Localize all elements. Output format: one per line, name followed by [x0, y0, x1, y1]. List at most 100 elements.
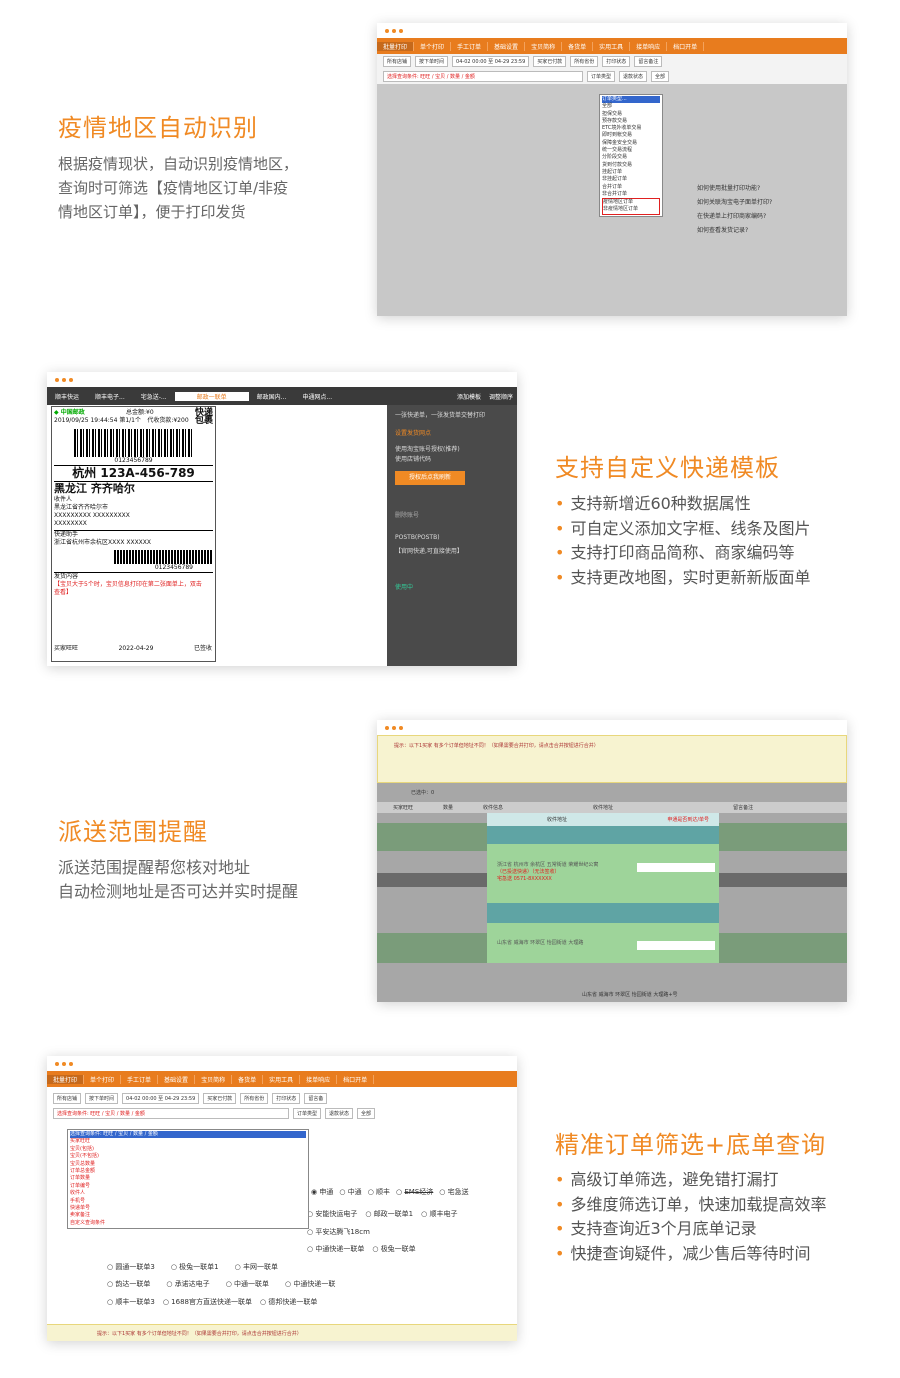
refund-select[interactable]: 退款状态 — [325, 1108, 354, 1119]
shop-select[interactable]: 所有店铺 — [383, 56, 412, 67]
dropdown-option[interactable]: 全部 — [602, 103, 660, 110]
alternate-print-checkbox[interactable]: 一张快递单，一张发货单交替打印 — [395, 411, 509, 421]
dropdown-option[interactable]: 分阶段交易 — [602, 154, 660, 161]
dropdown-option[interactable]: 宝贝(包括) — [70, 1146, 306, 1153]
tab-tools[interactable]: 实用工具 — [593, 41, 631, 51]
dropdown-option[interactable]: 非挂起订单 — [602, 176, 660, 183]
pay-status-select[interactable]: 买家已付款 — [533, 56, 567, 67]
auth-radio-shopcode[interactable]: 使用店铺代码 — [395, 455, 509, 465]
courier-radio[interactable]: ○ EMS经济 — [396, 1187, 433, 1197]
tracking-input[interactable] — [637, 941, 715, 950]
dropdown-option[interactable]: 快递单号 — [70, 1205, 306, 1212]
shop-select[interactable]: 所有店铺 — [53, 1093, 82, 1104]
tab-template[interactable]: 顺丰快运 — [47, 392, 87, 401]
dropdown-option[interactable]: 收件人 — [70, 1190, 306, 1197]
print-status-select[interactable]: 打印状态 — [602, 56, 631, 67]
courier-radio[interactable]: ○ 宅急送 — [439, 1187, 468, 1197]
tab-stock[interactable]: 备货单 — [232, 1074, 264, 1084]
courier-radio[interactable]: ○ 中通 — [339, 1187, 361, 1197]
tab-item-alias[interactable]: 宝贝简称 — [525, 41, 563, 51]
province-select[interactable]: 所有省份 — [240, 1093, 269, 1104]
tab-basic-settings[interactable]: 基础设置 — [158, 1074, 196, 1084]
tab-tools[interactable]: 实用工具 — [263, 1074, 301, 1084]
memo-select[interactable]: 留言备注 — [634, 56, 663, 67]
dropdown-option[interactable]: 即时到帐交易 — [602, 132, 660, 139]
tab-response[interactable]: 接单响应 — [630, 41, 668, 51]
template-radio[interactable]: ○ 圆通一联单3 — [107, 1259, 155, 1277]
template-radio[interactable]: ○ 安能快运电子 — [307, 1206, 357, 1224]
query-condition-select[interactable]: 选择查询条件: 旺旺 / 宝贝 / 数量 / 金额 — [53, 1108, 289, 1119]
template-radio[interactable]: ○ 极兔一联单1 — [171, 1259, 219, 1277]
time-type-select[interactable]: 按下单时间 — [85, 1093, 119, 1104]
pay-status-select[interactable]: 买家已付款 — [203, 1093, 237, 1104]
template-radio[interactable]: ○ 顺丰电子 — [421, 1206, 457, 1224]
tab-single-print[interactable]: 单个打印 — [414, 41, 452, 51]
date-range[interactable]: 04-02 00:00 至 04-29 23:59 — [452, 56, 530, 67]
tab-stock[interactable]: 备货单 — [562, 41, 594, 51]
help-link[interactable]: 如何查看发货记录? — [697, 224, 772, 238]
refresh-auth-button[interactable]: 授权后点我刷新 — [395, 471, 465, 485]
tab-template[interactable]: 邮政国内... — [249, 392, 295, 401]
dropdown-option[interactable]: 宝贝总数量 — [70, 1161, 306, 1168]
tab-template[interactable]: 顺丰电子... — [87, 392, 133, 401]
dropdown-option[interactable]: 合并订单 — [602, 184, 660, 191]
order-type-select[interactable]: 订单类型 — [293, 1108, 322, 1119]
order-type-select[interactable]: 订单类型 — [587, 71, 616, 82]
tracking-input[interactable] — [637, 863, 715, 872]
query-condition-select[interactable]: 选择查询条件: 旺旺 / 宝贝 / 数量 / 金额 — [383, 71, 583, 82]
tab-stall[interactable]: 档口开单 — [337, 1074, 375, 1084]
site-setting-link[interactable]: 设置发货网点 — [395, 429, 509, 439]
time-type-select[interactable]: 按下单时间 — [415, 56, 449, 67]
all-select[interactable]: 全部 — [357, 1108, 376, 1119]
dropdown-option[interactable]: 订单总金额 — [70, 1168, 306, 1175]
refund-select[interactable]: 退款状态 — [619, 71, 648, 82]
courier-radio[interactable]: ○ 顺丰 — [368, 1187, 390, 1197]
dropdown-option[interactable]: 保障金安全交易 — [602, 140, 660, 147]
tab-response[interactable]: 接单响应 — [300, 1074, 338, 1084]
template-radio[interactable]: ○ 承诺达电子 — [166, 1276, 209, 1294]
province-select[interactable]: 所有省份 — [570, 56, 599, 67]
template-radio[interactable]: ○ 中通快递一联单 — [307, 1241, 364, 1259]
template-radio[interactable]: ○ 韵达一联单 — [107, 1276, 150, 1294]
dropdown-option[interactable]: 担保交易 — [602, 111, 660, 118]
print-status-select[interactable]: 打印状态 — [272, 1093, 301, 1104]
help-link[interactable]: 在快递单上打印商家编码? — [697, 210, 772, 224]
tab-item-alias[interactable]: 宝贝简称 — [195, 1074, 233, 1084]
template-radio[interactable]: ○ 丰网一联单 — [235, 1259, 278, 1277]
tab-manual-order[interactable]: 手工订单 — [121, 1074, 159, 1084]
dropdown-option[interactable]: 非合并订单 — [602, 191, 660, 198]
auth-radio-taobao[interactable]: 使用淘宝账号授权(推荐) — [395, 445, 509, 455]
tab-basic-settings[interactable]: 基础设置 — [488, 41, 526, 51]
tab-template[interactable]: 申通网点... — [294, 392, 340, 401]
adjust-order-link[interactable]: 调整顺序 — [485, 392, 517, 401]
template-radio[interactable]: ○ 顺丰一联单3 — [107, 1294, 155, 1312]
tab-manual-order[interactable]: 手工订单 — [451, 41, 489, 51]
tab-template-active[interactable]: 邮政一联单 — [174, 391, 249, 401]
dropdown-option[interactable]: 手机号 — [70, 1198, 306, 1205]
template-radio[interactable]: ○ 邮政一联单1 — [365, 1206, 413, 1224]
tab-stall[interactable]: 档口开单 — [667, 41, 705, 51]
dropdown-option[interactable]: 买家旺旺 — [70, 1138, 306, 1145]
dropdown-option-non-epidemic[interactable]: 非疫情地区订单 — [603, 206, 659, 213]
dropdown-option[interactable]: 选择查询条件: 旺旺 / 宝贝 / 数量 / 金额 — [70, 1131, 306, 1139]
dropdown-option[interactable]: 宝贝(不包括) — [70, 1153, 306, 1160]
tab-template[interactable]: 宅急送-... — [133, 392, 175, 401]
help-link[interactable]: 如何使用批量打印功能? — [697, 182, 772, 196]
memo-select[interactable]: 留言备 — [304, 1093, 328, 1104]
tab-single-print[interactable]: 单个打印 — [84, 1074, 122, 1084]
courier-radio[interactable]: ◉ 申通 — [311, 1187, 333, 1197]
dropdown-option[interactable]: 订单编号 — [70, 1183, 306, 1190]
dropdown-option[interactable]: 订单数量 — [70, 1175, 306, 1182]
template-radio[interactable]: ○ 中通快递一联 — [285, 1276, 335, 1294]
dropdown-option[interactable]: 卖家备注 — [70, 1212, 306, 1219]
template-radio[interactable]: ○ 中通一联单 — [226, 1276, 269, 1294]
dropdown-option[interactable]: 货到付款交易 — [602, 162, 660, 169]
dropdown-option[interactable]: 自定义查询条件 — [70, 1220, 306, 1227]
template-radio[interactable]: ○ 德邦快递一联单 — [260, 1294, 317, 1312]
template-radio[interactable]: ○ 平安达腾飞18cm — [307, 1224, 370, 1242]
date-range[interactable]: 04-02 00:00 至 04-29 23:59 — [122, 1093, 200, 1104]
template-radio[interactable]: ○ 极兔一联单 — [372, 1241, 415, 1259]
add-template-link[interactable]: 添加模板 — [453, 392, 485, 401]
tab-batch-print[interactable]: 批量打印 — [377, 41, 415, 51]
all-select[interactable]: 全部 — [651, 71, 670, 82]
